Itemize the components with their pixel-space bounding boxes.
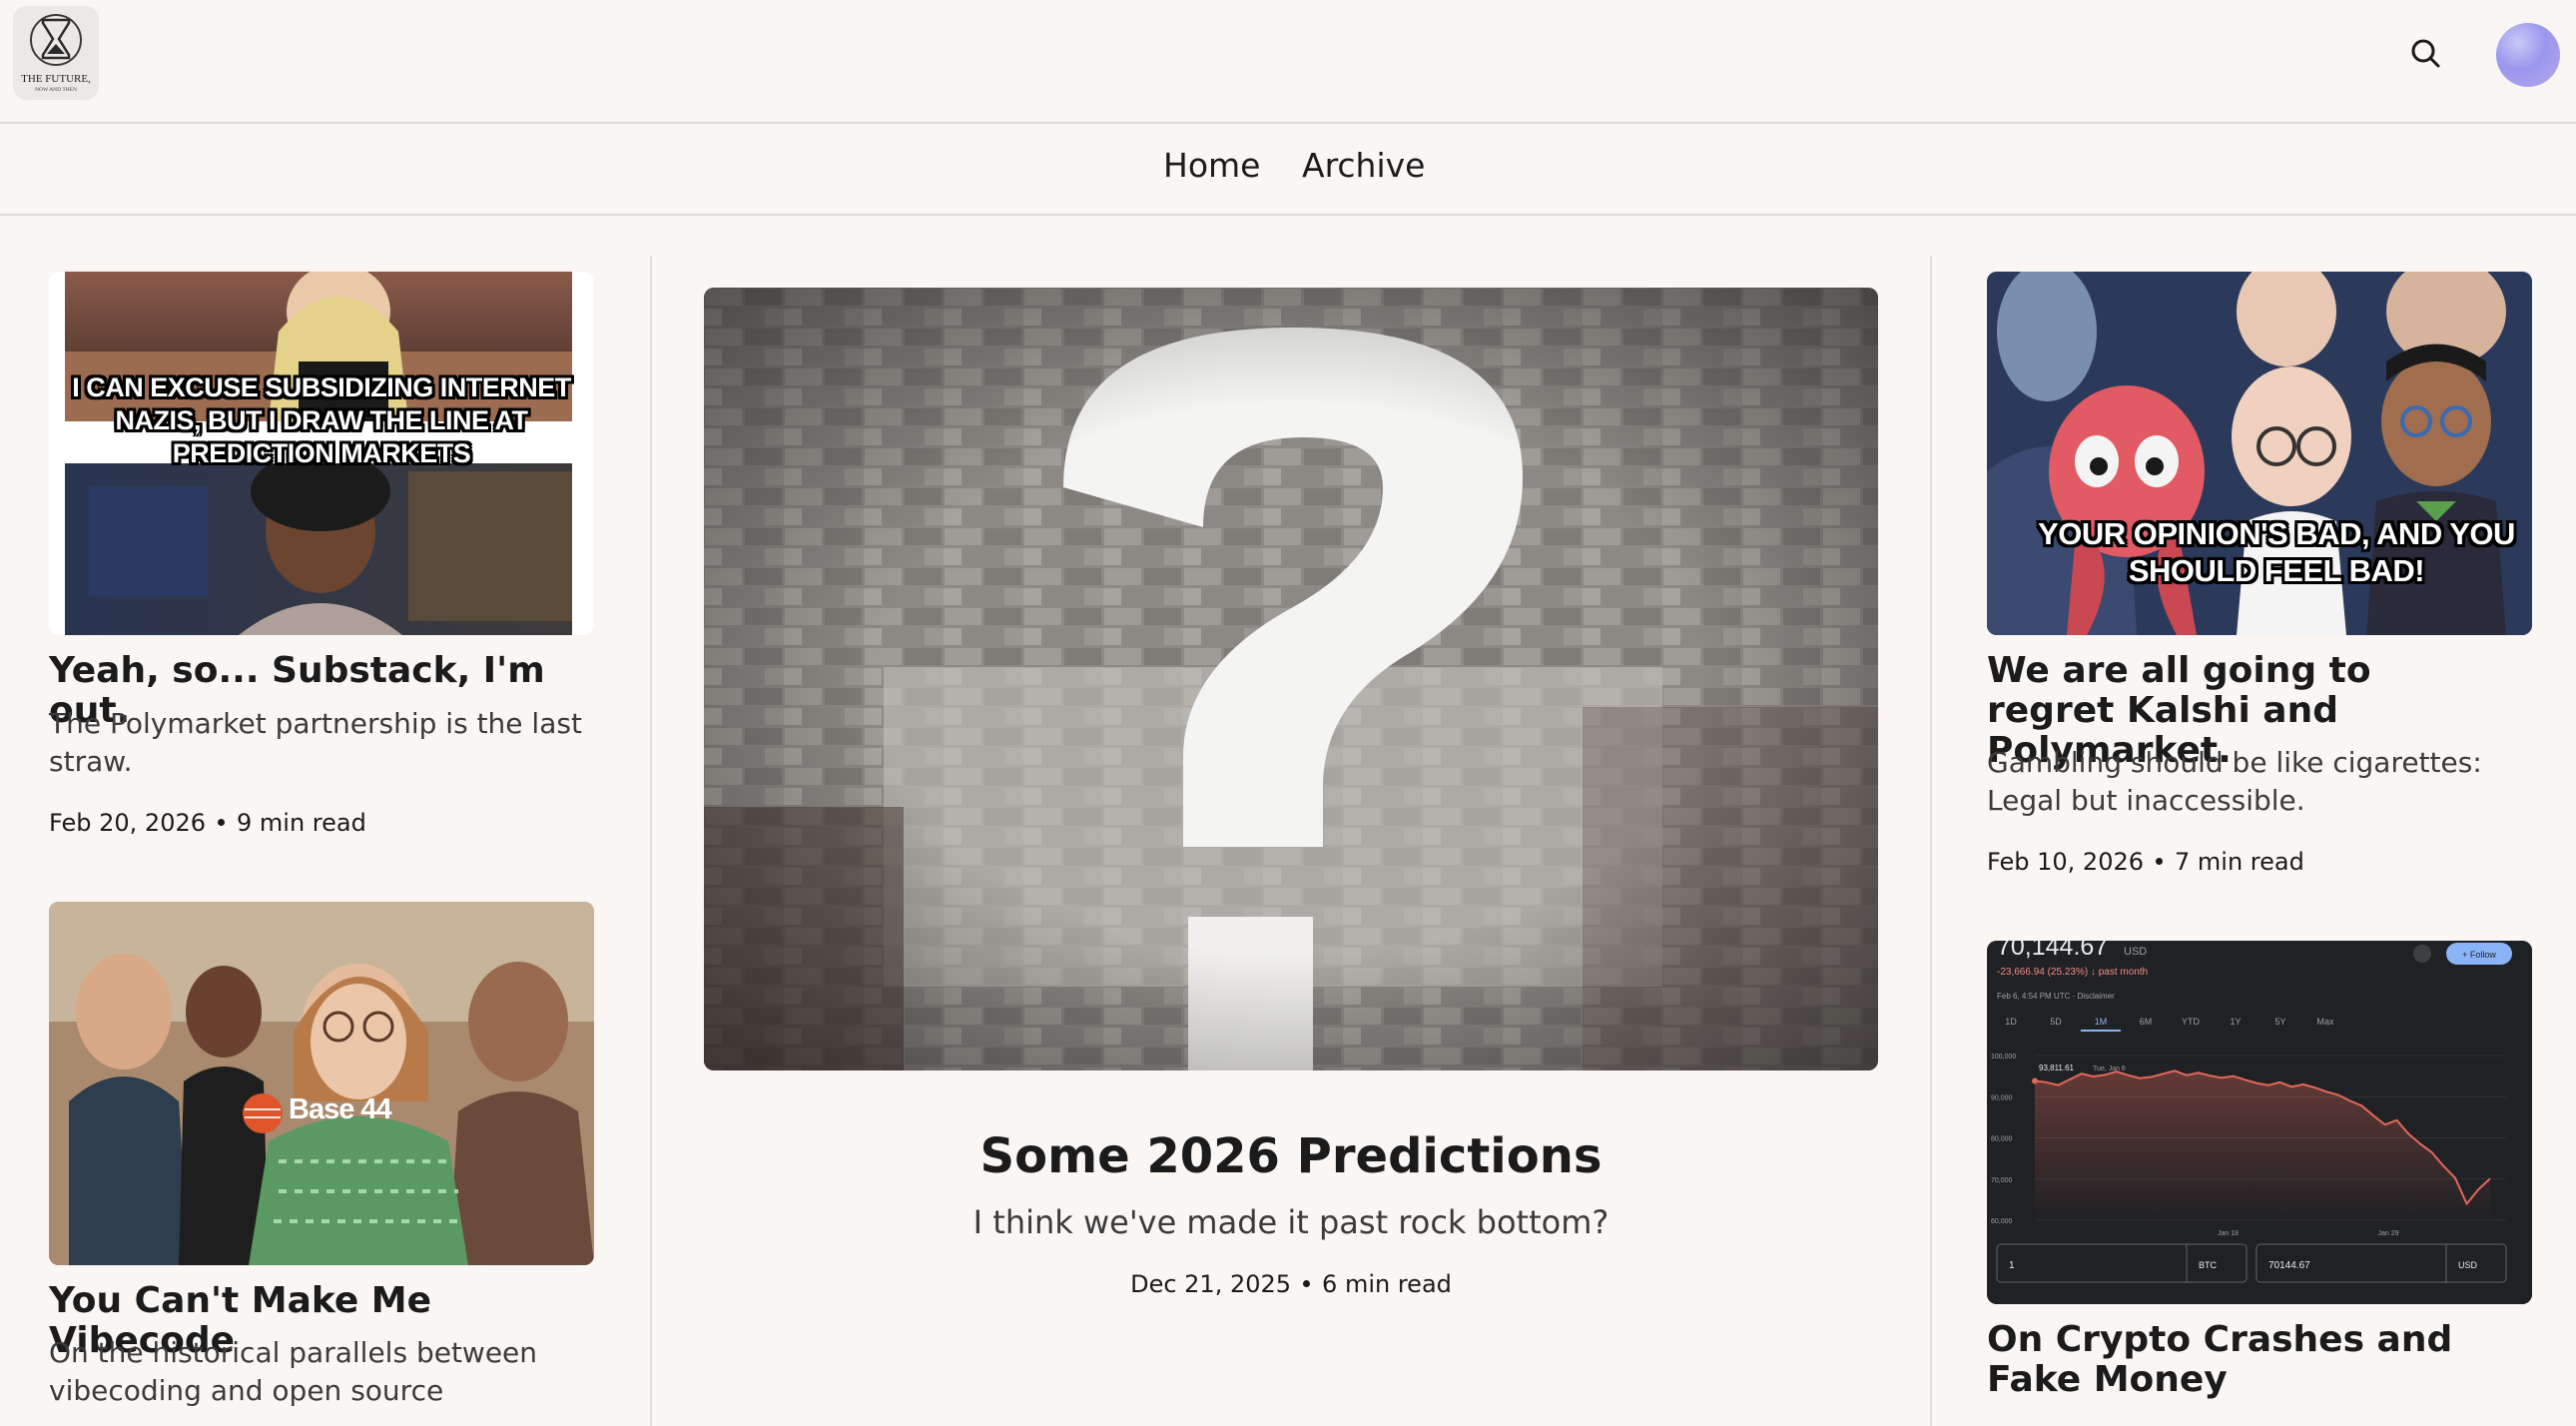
hover-dot <box>2032 1077 2038 1084</box>
brand-overlay: Base 44 <box>289 1093 392 1125</box>
y-tick-label: 90,000 <box>1991 1094 2013 1101</box>
question-mark-wall-image <box>704 288 1878 1070</box>
separator-dot <box>218 818 225 826</box>
range-tab: 1Y <box>2230 1017 2241 1027</box>
featured-subtitle: I think we've made it past rock bottom? <box>972 1203 1610 1241</box>
post-thumbnail[interactable]: YOUR OPINION'S BAD, AND YOU SHOULD FEEL … <box>1987 272 2532 635</box>
range-tab: Max <box>2316 1017 2334 1027</box>
post-subtitle: On the historical parallels between vibe… <box>49 1336 538 1407</box>
y-tick-label: 80,000 <box>1991 1136 2013 1143</box>
top-bar <box>0 0 2576 124</box>
range-tab-underline <box>2081 1030 2121 1032</box>
post-title[interactable]: On Crypto Crashes and Fake Money <box>1987 1320 2526 1400</box>
btc-change: -23,666.94 (25.23%) ↓ past month <box>1997 967 2148 978</box>
follow-label: + Follow <box>2462 950 2496 960</box>
post-read-time: 9 min read <box>237 809 366 837</box>
share-icon <box>2413 945 2431 963</box>
post-read-time: 6 min read <box>1322 1270 1452 1298</box>
separator-dot <box>1303 1279 1311 1287</box>
x-tick-label: Jan 29 <box>2377 1230 2398 1237</box>
hover-value: 93,811.61 <box>2039 1064 2075 1072</box>
logo-line1: THE FUTURE, <box>21 73 91 85</box>
btc-currency: USD <box>2124 946 2147 958</box>
post-thumbnail[interactable]: 70,144.67 USD -23,666.94 (25.23%) ↓ past… <box>1987 941 2532 1304</box>
post-subtitle: The Polymarket partnership is the last s… <box>49 707 582 778</box>
btc-timestamp: Feb 6, 4:54 PM UTC · Disclaimer <box>1997 992 2115 1001</box>
range-tab: 6M <box>2140 1017 2153 1027</box>
main-nav: Home Archive <box>0 124 2576 216</box>
office-scene-image <box>49 902 594 1265</box>
range-tab: 5Y <box>2274 1017 2285 1027</box>
separator-dot <box>2156 857 2163 865</box>
post-date: Feb 10, 2026 <box>1987 848 2144 876</box>
post-date: Feb 20, 2026 <box>49 809 206 837</box>
y-tick-label: 70,000 <box>1991 1177 2013 1184</box>
meme-caption: I CAN EXCUSE SUBSIDIZING INTERNET NAZIS,… <box>72 372 571 468</box>
column-divider-left <box>650 256 652 1426</box>
hourglass-logo-icon: THE FUTURE, NOW AND THEN <box>13 6 99 100</box>
range-tab: 1M <box>2095 1017 2108 1027</box>
nav-home[interactable]: Home <box>1163 146 1260 185</box>
site-logo[interactable]: THE FUTURE, NOW AND THEN <box>13 6 99 100</box>
post-subtitle: Gambling should be like cigarettes: Lega… <box>1987 746 2482 817</box>
post-thumbnail[interactable]: I CAN EXCUSE SUBSIDIZING INTERNET NAZIS,… <box>49 272 594 635</box>
hover-date: Tue, Jan 6 <box>2093 1066 2126 1072</box>
meme-caption: YOUR OPINION'S BAD, AND YOU SHOULD FEEL … <box>2038 516 2515 588</box>
post-date: Dec 21, 2025 <box>1130 1270 1292 1298</box>
result-value: 70144.67 <box>2268 1260 2310 1271</box>
to-currency: USD <box>2458 1260 2478 1270</box>
search-icon <box>2411 39 2440 68</box>
range-tab: YTD <box>2182 1017 2201 1027</box>
logo-line2: NOW AND THEN <box>35 87 77 93</box>
amount-value: 1 <box>2009 1260 2015 1271</box>
post-thumbnail[interactable]: Base 44 <box>49 902 594 1265</box>
featured-title[interactable]: Some 2026 Predictions <box>704 1128 1878 1184</box>
x-tick-label: Jan 18 <box>2218 1230 2239 1237</box>
y-tick-label: 60,000 <box>1991 1218 2013 1225</box>
btc-price: 70,144.67 <box>1997 941 2108 961</box>
from-currency: BTC <box>2199 1260 2218 1270</box>
bitcoin-price-chart: 70,144.67 USD -23,666.94 (25.23%) ↓ past… <box>1987 941 2532 1304</box>
nav-archive[interactable]: Archive <box>1302 146 1425 185</box>
search-button[interactable] <box>2406 34 2446 74</box>
featured-meta: Dec 21, 2025 6 min read <box>704 1270 1878 1298</box>
y-tick-label: 100,000 <box>1991 1054 2016 1061</box>
column-divider-right <box>1930 256 1932 1426</box>
post-meta: Feb 10, 2026 7 min read <box>1987 848 2304 876</box>
range-tab: 5D <box>2050 1017 2062 1027</box>
range-tab: 1D <box>2005 1017 2017 1027</box>
post-read-time: 7 min read <box>2175 848 2304 876</box>
post-meta: Feb 20, 2026 9 min read <box>49 809 366 837</box>
user-avatar[interactable] <box>2496 23 2560 87</box>
featured-thumbnail[interactable] <box>704 288 1878 1070</box>
